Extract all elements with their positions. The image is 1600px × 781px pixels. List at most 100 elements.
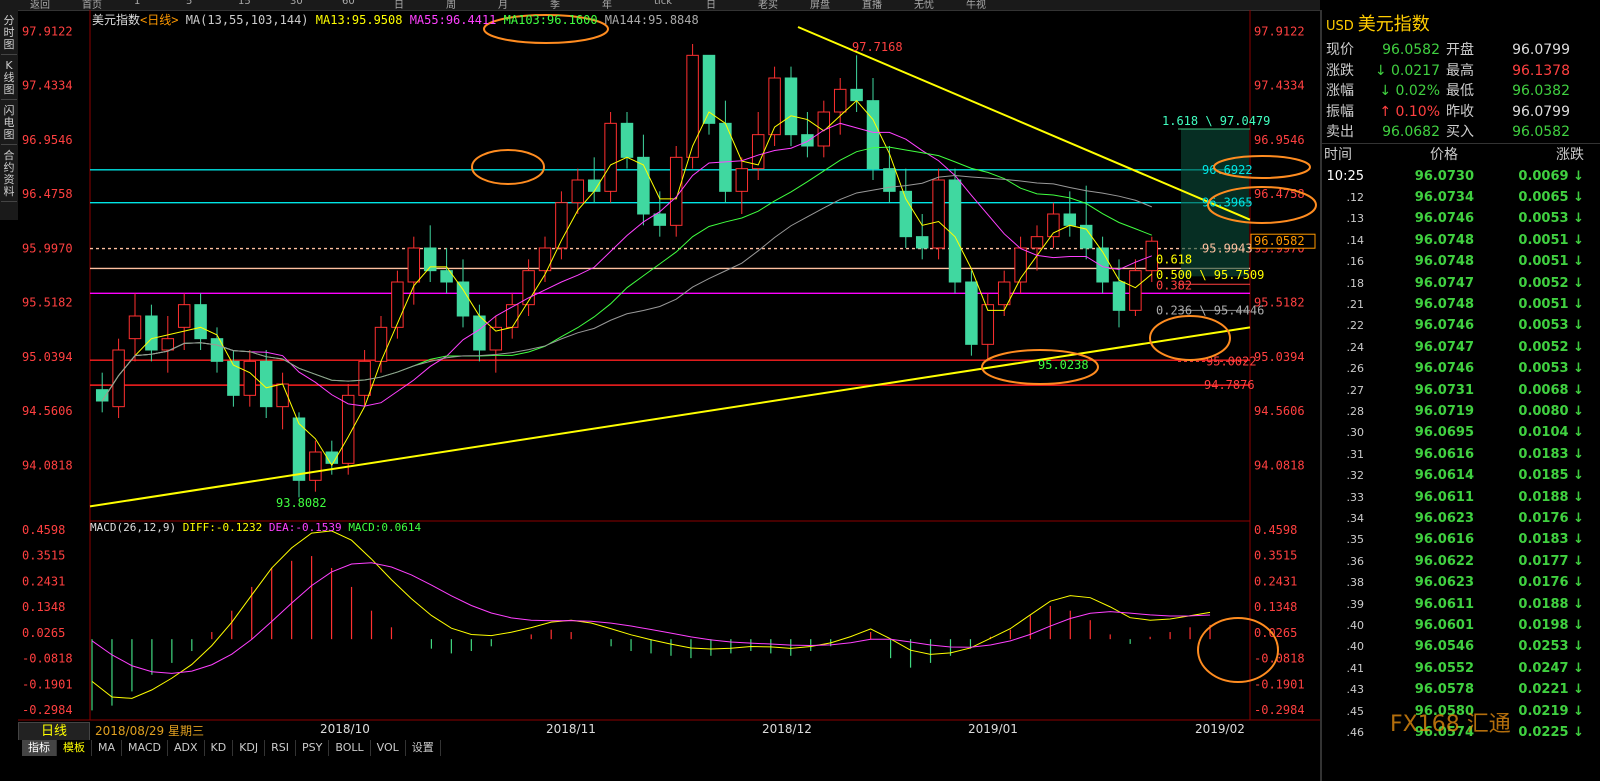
side-tab[interactable]: 分时图 — [1, 12, 17, 55]
tick-time: .46 — [1346, 726, 1365, 740]
tick-price: 96.0546 — [1414, 639, 1474, 655]
current-price-tag: 96.0582 — [1254, 234, 1305, 248]
watermark-logo: FX168 汇通 — [1390, 712, 1511, 737]
macd-axis-right: 0.1348 — [1254, 600, 1297, 614]
indicator-tab[interactable]: MACD — [122, 740, 168, 756]
tick-price: 96.0730 — [1414, 168, 1474, 184]
candle-body — [768, 77, 781, 136]
indicator-tab[interactable]: RSI — [265, 740, 297, 756]
tick-row: .18 96.0747 0.0052 ↓ — [1322, 273, 1600, 294]
macd-dea-line — [91, 562, 1211, 674]
candle-body — [915, 236, 929, 249]
tick-time: .36 — [1346, 554, 1365, 568]
candle-body — [473, 315, 486, 351]
highlight-circle — [1197, 617, 1279, 683]
toolbar-item[interactable]: 60 — [342, 0, 355, 7]
legend-title: 美元指数 — [92, 13, 141, 27]
indicator-tab[interactable]: PSY — [296, 740, 330, 756]
side-tab[interactable]: K线图 — [1, 57, 17, 100]
low-label: 95.0238 — [1038, 358, 1089, 372]
macd-axis-left: 0.4598 — [22, 523, 65, 537]
tick-time: 10:25 — [1326, 168, 1364, 184]
tick-price: 96.0747 — [1414, 339, 1474, 355]
tick-price: 96.0616 — [1414, 532, 1474, 548]
macd-dea: DEA:-0.1539 — [268, 521, 342, 534]
tick-row: .32 96.0614 0.0185 ↓ — [1322, 465, 1600, 486]
candle-body — [1096, 247, 1109, 283]
tick-list[interactable]: 10:25 96.0730 0.0069 ↓ .12 96.0734 0.0065 ↓ .1… — [1322, 166, 1600, 744]
indicator-tabs: 指标 模板 MA MACD ADX KD KDJ RSI PSY BOLL VOL 设置 — [22, 740, 441, 756]
tick-change: 0.0053 ↓ — [1518, 361, 1584, 377]
indicator-tab[interactable]: KDJ — [233, 740, 266, 756]
toolbar-item[interactable]: tick — [654, 0, 672, 7]
tick-price: 96.0611 — [1414, 489, 1474, 505]
toolbar-item[interactable]: 5 — [186, 0, 192, 7]
quote-value: 96.0582 — [1512, 124, 1570, 140]
candle-body — [1063, 213, 1077, 226]
quote-value: ↓ 0.02% — [1379, 83, 1440, 99]
indicator-tab[interactable]: 设置 — [406, 740, 441, 756]
quote-row: 现价 96.0582 开盘 96.0799 — [1322, 40, 1600, 61]
ma-legend: 美元指数<日线> MA(13,55,103,144) MA13:95.9508 … — [92, 11, 699, 28]
price-axis-right: 94.5606 — [1254, 404, 1305, 418]
low-label: 93.8082 — [276, 496, 327, 510]
candle-body — [997, 281, 1011, 306]
candle-body — [686, 54, 699, 158]
tick-change: 0.0051 ↓ — [1518, 232, 1584, 248]
legend-ma55: MA55:96.4411 — [409, 13, 497, 27]
macd-diff: DIFF:-0.1232 — [182, 521, 263, 534]
indicator-tab[interactable]: 指标 — [22, 740, 57, 756]
indicator-tab[interactable]: MA — [92, 740, 123, 756]
tick-price: 96.0748 — [1414, 232, 1474, 248]
macd-diff-line — [91, 530, 1211, 699]
toolbar-item[interactable]: 30 — [290, 0, 303, 7]
indicator-tab[interactable]: VOL — [371, 740, 406, 756]
indicator-tab[interactable]: BOLL — [329, 740, 371, 756]
tick-time: .16 — [1346, 255, 1365, 269]
legend-period: <日线> — [140, 13, 179, 27]
indicator-tab[interactable]: ADX — [168, 740, 205, 756]
tick-change: 0.0183 ↓ — [1518, 532, 1584, 548]
tick-price: 96.0746 — [1414, 361, 1474, 377]
tick-time: .13 — [1346, 212, 1365, 226]
side-tab[interactable]: 闪电图 — [1, 102, 17, 145]
tick-change: 0.0051 ↓ — [1518, 254, 1584, 270]
tick-time: .22 — [1346, 319, 1365, 333]
toolbar-item[interactable]: 1 — [134, 0, 140, 7]
tick-time: .35 — [1346, 533, 1365, 547]
side-tab[interactable]: 合约资料 — [1, 147, 17, 202]
candle-body — [1129, 270, 1142, 311]
tick-time: .40 — [1346, 640, 1365, 654]
tick-header-price: 价格 — [1430, 146, 1458, 163]
toolbar-item[interactable]: 15 — [238, 0, 251, 7]
price-axis-right: 97.4334 — [1254, 79, 1305, 93]
tick-time: .43 — [1346, 683, 1365, 697]
fib-label: 1.618 \ 97.0479 — [1162, 114, 1270, 128]
macd-legend: MACD(26,12,9) DIFF:-0.1232 DEA:-0.1539 M… — [90, 521, 421, 534]
kline-chart[interactable]: 97.9122 97.9122 97.4334 97.4334 96.9546 96.95… — [18, 10, 1320, 740]
tick-row: .31 96.0616 0.0183 ↓ — [1322, 444, 1600, 465]
quote-label: 买入 — [1446, 124, 1474, 140]
indicator-tab[interactable]: KD — [205, 740, 234, 756]
indicator-tab[interactable]: 模板 — [57, 740, 92, 756]
macd-axis-left: 0.2431 — [22, 574, 65, 588]
tick-row: .39 96.0611 0.0188 ↓ — [1322, 594, 1600, 615]
candle-body — [948, 179, 962, 283]
tick-change: 0.0188 ↓ — [1518, 489, 1584, 505]
candle-body — [128, 315, 142, 340]
tick-change: 0.0080 ↓ — [1518, 403, 1584, 419]
tick-time: .24 — [1346, 340, 1365, 354]
period-button[interactable]: 日线 — [18, 722, 90, 742]
tick-row: .38 96.0623 0.0176 ↓ — [1322, 572, 1600, 593]
tick-change: 0.0065 ↓ — [1518, 189, 1584, 205]
quote-row: 涨跌 ↓ 0.0217 最高 96.1378 — [1322, 61, 1600, 82]
candle-body — [161, 338, 175, 351]
quote-label: 振幅 — [1326, 103, 1354, 120]
tick-row: .28 96.0719 0.0080 ↓ — [1322, 401, 1600, 422]
tick-time: .38 — [1346, 576, 1365, 590]
tick-row: .21 96.0748 0.0051 ↓ — [1322, 294, 1600, 315]
tick-time: .45 — [1346, 704, 1365, 718]
price-axis-right: 94.0818 — [1254, 458, 1305, 472]
chart-canvas: 97.9122 97.9122 97.4334 97.4334 96.9546 96.95… — [18, 10, 1320, 721]
price-axis-left: 95.5182 — [22, 296, 73, 310]
